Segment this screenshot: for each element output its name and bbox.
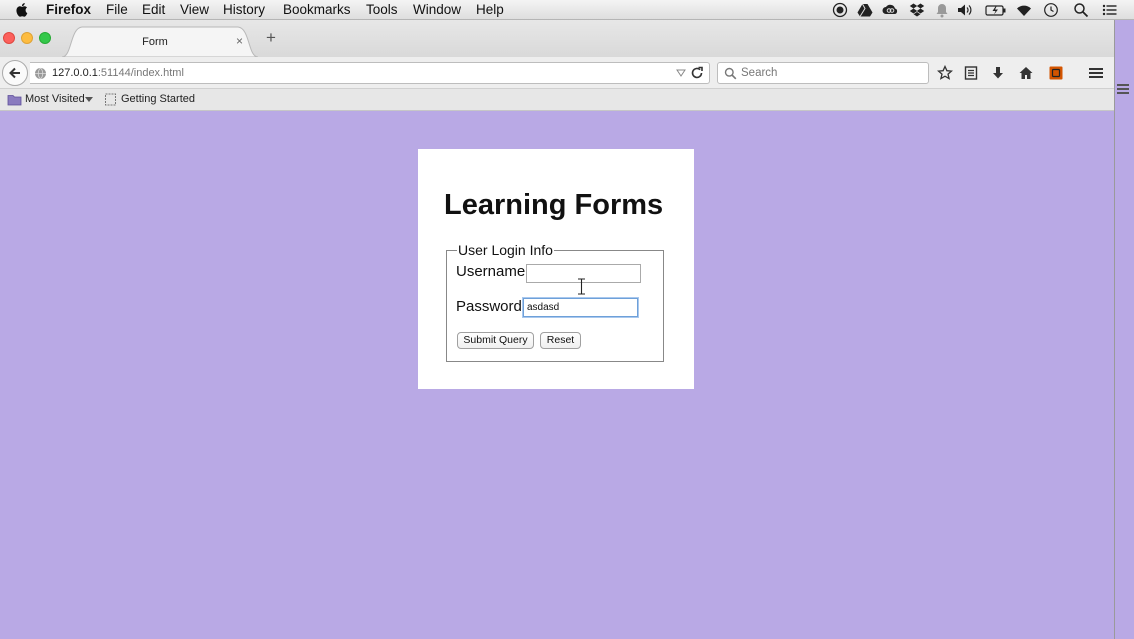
macos-menu-bar: Firefox File Edit View History Bookmarks…	[0, 0, 1134, 20]
menu-edit[interactable]: Edit	[142, 2, 165, 18]
tab-form[interactable]: Form ×	[62, 26, 258, 57]
reading-list-icon[interactable]	[963, 65, 979, 81]
menu-help[interactable]: Help	[476, 2, 504, 18]
sidebar-menu-icon[interactable]	[1116, 82, 1130, 96]
history-dropdown-icon[interactable]	[676, 69, 686, 77]
dropbox-icon[interactable]	[909, 2, 925, 18]
window-close-button[interactable]	[3, 32, 15, 44]
chevron-down-icon[interactable]	[85, 97, 93, 102]
wifi-icon[interactable]	[1016, 2, 1032, 18]
url-host: 127.0.0.1	[52, 67, 98, 79]
bookmark-most-visited[interactable]: Most Visited	[25, 93, 85, 105]
volume-icon[interactable]	[957, 2, 973, 18]
home-icon[interactable]	[1018, 65, 1034, 81]
bookmark-star-icon[interactable]	[937, 65, 953, 81]
menu-view[interactable]: View	[180, 2, 209, 18]
notification-center-icon[interactable]	[1102, 2, 1118, 18]
apple-icon[interactable]	[14, 1, 30, 18]
tab-title: Form	[142, 36, 168, 48]
tab-strip: Form × +	[0, 20, 1114, 57]
menu-history[interactable]: History	[223, 2, 265, 18]
password-input[interactable]	[523, 298, 638, 317]
globe-icon[interactable]	[34, 67, 47, 80]
back-arrow-icon	[9, 67, 20, 79]
reload-icon[interactable]	[690, 66, 704, 80]
page-icon	[105, 93, 116, 106]
menu-tools[interactable]: Tools	[366, 2, 398, 18]
new-tab-button[interactable]: +	[266, 29, 276, 47]
text-cursor-icon	[578, 278, 585, 295]
time-machine-icon[interactable]	[1043, 2, 1059, 18]
page-title: Learning Forms	[444, 189, 664, 221]
battery-icon[interactable]	[985, 2, 1007, 18]
notification-icon[interactable]	[934, 2, 950, 18]
window-maximize-button[interactable]	[39, 32, 51, 44]
menu-icon[interactable]	[1088, 66, 1104, 80]
menu-window[interactable]: Window	[413, 2, 461, 18]
search-bar[interactable]: Search	[717, 62, 929, 84]
browser-window: Form × + 127.0.0.1:51144/index.html Sear…	[0, 20, 1129, 639]
bookmarks-toolbar: Most Visited Getting Started	[0, 89, 1114, 111]
tab-close-icon[interactable]: ×	[236, 34, 243, 48]
search-icon	[724, 67, 737, 80]
drive-icon[interactable]	[857, 2, 873, 18]
menu-app-firefox[interactable]: Firefox	[46, 2, 91, 18]
url-text[interactable]: 127.0.0.1:51144/index.html	[52, 67, 184, 79]
navigation-toolbar: 127.0.0.1:51144/index.html Search	[0, 57, 1114, 89]
creative-cloud-icon[interactable]	[882, 2, 898, 18]
menu-file[interactable]: File	[106, 2, 128, 18]
spotlight-icon[interactable]	[1073, 2, 1089, 18]
password-label: Password	[456, 298, 522, 315]
url-path: :51144/index.html	[97, 67, 184, 79]
menu-bookmarks[interactable]: Bookmarks	[283, 2, 351, 18]
window-minimize-button[interactable]	[21, 32, 33, 44]
page-content: Learning Forms User Login Info Username …	[0, 111, 1114, 639]
bookmark-getting-started[interactable]: Getting Started	[121, 93, 195, 105]
submit-button[interactable]: Submit Query	[457, 332, 534, 349]
download-icon[interactable]	[990, 65, 1006, 81]
reset-button[interactable]: Reset	[540, 332, 581, 349]
username-label: Username	[456, 263, 526, 280]
record-icon[interactable]	[832, 2, 848, 18]
form-card: Learning Forms User Login Info Username …	[418, 149, 694, 389]
search-placeholder: Search	[741, 67, 778, 79]
extension-icon[interactable]	[1048, 65, 1064, 81]
fieldset-legend: User Login Info	[457, 242, 554, 258]
back-button[interactable]	[2, 60, 28, 86]
url-bar[interactable]: 127.0.0.1:51144/index.html	[30, 62, 710, 84]
login-fieldset: User Login Info Username Password Submit…	[446, 242, 664, 362]
folder-icon	[7, 95, 22, 106]
